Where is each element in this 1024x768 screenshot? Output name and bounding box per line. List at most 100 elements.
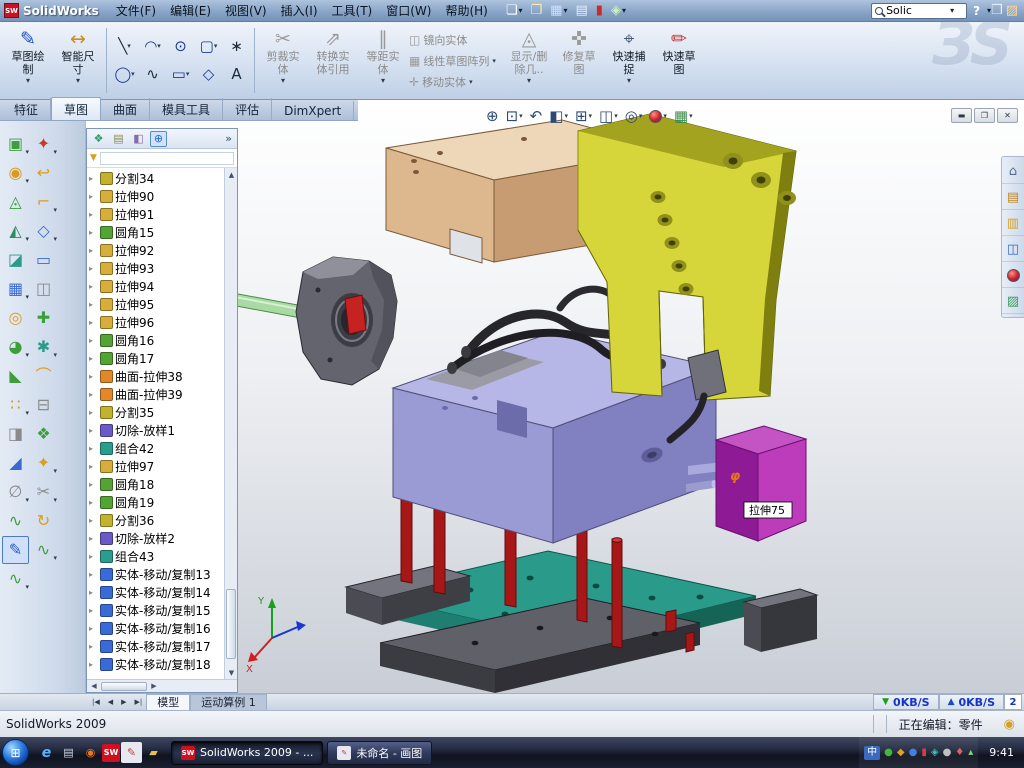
expand-arrow-icon[interactable]: ▸	[89, 390, 98, 399]
speed-badge-count[interactable]: 2	[1004, 694, 1022, 710]
scroll-right-icon[interactable]: ▶	[147, 682, 161, 690]
rectangle-button[interactable]: ▭▾	[167, 60, 194, 87]
polygon-button[interactable]: ◇	[195, 60, 222, 87]
mirror-tool-button[interactable]: ◫	[30, 275, 57, 303]
draft-button[interactable]: ◢	[2, 449, 29, 477]
scrollbar-thumb[interactable]	[226, 589, 236, 659]
media-player-button[interactable]: ◉	[80, 742, 101, 763]
rapid-sketch-button[interactable]: ✏快速草图	[655, 24, 703, 97]
tab-特征[interactable]: 特征	[2, 98, 51, 120]
display-style-button[interactable]: ◫▾	[597, 106, 620, 126]
tab-scroll-button[interactable]: ▶|	[131, 698, 147, 706]
support-bracket[interactable]	[578, 114, 796, 400]
featuremanager-tab-icon[interactable]: ❖	[90, 131, 107, 147]
expand-arrow-icon[interactable]: ▸	[89, 318, 98, 327]
tray-ime-icon[interactable]: 中	[864, 746, 880, 760]
appearances-button[interactable]	[1002, 264, 1024, 288]
menu-item[interactable]: 编辑(E)	[163, 0, 218, 21]
expand-arrow-icon[interactable]: ▸	[89, 210, 98, 219]
dropdown-arrow-icon[interactable]: ▾	[53, 467, 57, 475]
tree-item-surface[interactable]: ▸曲面-拉伸38	[87, 367, 224, 385]
tray-icon[interactable]: ♦	[955, 748, 964, 758]
scroll-left-icon[interactable]: ◀	[87, 682, 101, 690]
dropdown-arrow-icon[interactable]: ▾	[157, 42, 161, 50]
restore-button[interactable]: ❐	[974, 108, 995, 123]
tray-icon[interactable]: ●	[943, 748, 952, 758]
spline-tool-button[interactable]: ∿▾	[30, 536, 57, 564]
expand-arrow-icon[interactable]: ▸	[89, 426, 98, 435]
statusbar-help-icon[interactable]: ◉	[995, 717, 1024, 732]
tree-item-movecopy[interactable]: ▸实体-移动/复制15	[87, 601, 224, 619]
expand-arrow-icon[interactable]: ▸	[89, 354, 98, 363]
close-button[interactable]: ✕	[997, 108, 1018, 123]
pattern-tool-button[interactable]: ❖	[30, 420, 57, 448]
trim-tool-button[interactable]: ✂▾	[30, 478, 57, 506]
dropdown-arrow-icon[interactable]: ▾	[131, 70, 135, 78]
arc-button[interactable]: ◠▾	[139, 32, 166, 59]
expand-arrow-icon[interactable]: ▸	[89, 336, 98, 345]
tree-item-fillet[interactable]: ▸圆角15	[87, 223, 224, 241]
tab-曲面[interactable]: 曲面	[101, 98, 150, 120]
expand-arrow-icon[interactable]: ▸	[89, 480, 98, 489]
expand-arrow-icon[interactable]: ▸	[89, 570, 98, 579]
tree-item-extrude[interactable]: ▸拉伸93	[87, 259, 224, 277]
repair-sketch-button[interactable]: ✜修复草图	[555, 24, 603, 97]
wrench-button[interactable]: ✦▾	[30, 130, 57, 158]
dropdown-arrow-icon[interactable]: ▾	[214, 42, 218, 50]
text-button[interactable]: A	[223, 60, 250, 87]
axis-tool-button[interactable]: ✱▾	[30, 333, 57, 361]
tray-icon[interactable]: ◈	[931, 748, 939, 758]
dropdown-arrow-icon[interactable]: ▾	[25, 293, 29, 301]
folder-launch-button[interactable]: ▰	[143, 742, 164, 763]
dropdown-arrow-icon[interactable]: ▾	[53, 496, 57, 504]
task-paint[interactable]: ✎未命名 - 画图	[327, 741, 432, 765]
tree-item-movecopy[interactable]: ▸实体-移动/复制16	[87, 619, 224, 637]
dropdown-arrow-icon[interactable]: ▾	[519, 6, 523, 15]
display-delete-relations-button[interactable]: ◬显示/删除几..▾	[505, 24, 553, 97]
tree-item-movecopy[interactable]: ▸实体-移动/复制18	[87, 655, 224, 673]
options-button[interactable]: ◈▾	[608, 3, 629, 19]
task-solidworks[interactable]: SWSolidWorks 2009 - ...	[171, 741, 323, 765]
solidworks-resources-button[interactable]: ⌂	[1002, 160, 1024, 184]
mirror-entities-button[interactable]: ◫镜向实体	[409, 32, 503, 48]
show-desktop-button[interactable]: ▤	[58, 742, 79, 763]
corner-rectangle-button[interactable]: ⌐▾	[30, 188, 57, 216]
tray-icon[interactable]: ▮	[921, 748, 927, 758]
line-button[interactable]: ╲▾	[111, 32, 138, 59]
tree-item-extrude[interactable]: ▸拉伸90	[87, 187, 224, 205]
tree-item-extrude[interactable]: ▸拉伸91	[87, 205, 224, 223]
apply-scene-button[interactable]: ▦▾	[672, 106, 695, 126]
arc-tool-button[interactable]: ⌒	[30, 362, 57, 390]
hide-show-items-button[interactable]: ◎▾	[623, 106, 645, 126]
expand-arrow-icon[interactable]: ▸	[89, 300, 98, 309]
new-document-button[interactable]: ❏▾	[503, 3, 526, 19]
chamfer-button[interactable]: ◣	[2, 362, 29, 390]
expand-arrow-icon[interactable]: ▸	[89, 264, 98, 273]
move-entities-button[interactable]: ✛移动实体▾	[409, 74, 503, 90]
tab-DimXpert[interactable]: DimXpert	[272, 101, 354, 120]
expand-arrow-icon[interactable]: ▸	[89, 444, 98, 453]
tree-item-split[interactable]: ▸分割35	[87, 403, 224, 421]
slot-button[interactable]: ▢▾	[195, 32, 222, 59]
custom-properties-button[interactable]: ▨	[1002, 290, 1024, 314]
dropdown-arrow-icon[interactable]: ▾	[519, 112, 523, 120]
menu-item[interactable]: 文件(F)	[109, 0, 163, 21]
zoom-area-button[interactable]: ⊡▾	[504, 106, 525, 126]
tab-scroll-button[interactable]: ◀	[104, 698, 117, 706]
tree-item-movecopy[interactable]: ▸实体-移动/复制17	[87, 637, 224, 655]
dropdown-arrow-icon[interactable]: ▾	[53, 206, 57, 214]
sketch-button[interactable]: ✎草图绘制▾	[4, 24, 52, 97]
menu-item[interactable]: 窗口(W)	[379, 0, 438, 21]
tree-item-extrude[interactable]: ▸拉伸96	[87, 313, 224, 331]
rib-button[interactable]: ◨	[2, 420, 29, 448]
expand-arrow-icon[interactable]: ▸	[89, 588, 98, 597]
star-tool-button[interactable]: ✦▾	[30, 449, 57, 477]
scroll-down-icon[interactable]: ▼	[225, 666, 237, 679]
dropdown-arrow-icon[interactable]: ▾	[627, 76, 631, 85]
tree-item-extrude[interactable]: ▸拉伸94	[87, 277, 224, 295]
internet-explorer-button[interactable]: e	[36, 742, 57, 763]
expand-arrow-icon[interactable]: ▸	[89, 642, 98, 651]
dropdown-arrow-icon[interactable]: ▾	[25, 496, 29, 504]
spline-button[interactable]: ∿▾	[2, 565, 29, 593]
zoom-fit-button[interactable]: ⊕	[484, 106, 501, 126]
